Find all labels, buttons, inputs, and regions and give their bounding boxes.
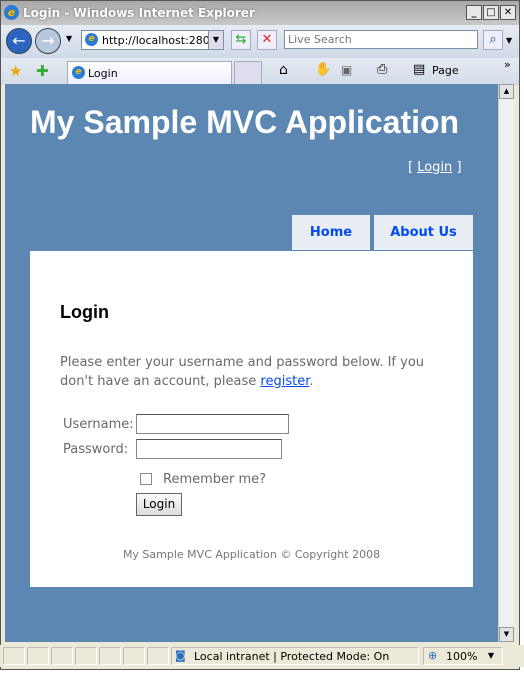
password-label: Password: xyxy=(63,442,129,457)
add-favorites-icon[interactable]: ✚ xyxy=(36,62,49,80)
maximize-button[interactable]: □ xyxy=(483,5,499,20)
tab-ie-icon: e xyxy=(72,66,85,79)
feeds-icon[interactable]: ▣ xyxy=(341,63,352,77)
zoom-level: 100% xyxy=(446,650,478,663)
intro-sentence: Please enter your username and password … xyxy=(60,355,425,389)
status-cell xyxy=(123,647,145,665)
username-input[interactable] xyxy=(136,414,289,434)
bracket-open: [ xyxy=(408,160,414,175)
status-cell xyxy=(27,647,49,665)
remember-me-label: Remember me? xyxy=(163,472,267,487)
zoom-icon: ⊕ xyxy=(428,649,438,662)
close-button[interactable]: ✕ xyxy=(500,5,516,20)
scroll-up-icon[interactable]: ▲ xyxy=(499,84,514,99)
zone-cell[interactable]: ◙ Local intranet | Protected Mode: On xyxy=(171,647,419,665)
login-display: [ Login ] xyxy=(408,160,462,175)
new-tab-button[interactable] xyxy=(234,61,262,85)
search-input[interactable]: Live Search xyxy=(284,30,478,49)
favorites-star-icon[interactable]: ★ xyxy=(9,62,22,80)
site-title: My Sample MVC Application xyxy=(30,104,460,140)
history-dropdown-icon[interactable]: ▼ xyxy=(66,34,72,43)
main-panel: Login Please enter your username and pas… xyxy=(30,251,473,587)
menu-about-us[interactable]: About Us xyxy=(374,215,473,250)
stop-icon[interactable]: ✕ xyxy=(257,30,277,50)
username-label: Username: xyxy=(63,417,134,432)
page-content: My Sample MVC Application [ Login ] Home… xyxy=(5,84,498,642)
title-bar: e Login - Windows Internet Explorer _ □ … xyxy=(1,1,519,25)
refresh-icon[interactable]: ⇆ xyxy=(231,30,251,50)
tab-label: Login xyxy=(88,67,118,80)
status-cell xyxy=(51,647,73,665)
page-menu[interactable]: Page xyxy=(432,64,459,77)
forward-button[interactable]: → xyxy=(35,28,61,54)
address-text: http://localhost:2808 xyxy=(102,34,217,47)
bracket-close: ] xyxy=(456,160,462,175)
search-icon[interactable]: ⌕ xyxy=(483,30,503,50)
command-bar: ★ ✚ e Login ⌂ ✋ ▣ ⎙ ▤ Page » xyxy=(1,58,519,85)
status-cell xyxy=(3,647,25,665)
vertical-scrollbar[interactable]: ▲ ▼ xyxy=(498,84,514,642)
login-link[interactable]: Login xyxy=(417,160,452,175)
status-cell xyxy=(147,647,169,665)
print-icon[interactable]: ⎙ xyxy=(377,62,387,77)
scroll-down-icon[interactable]: ▼ xyxy=(499,627,514,642)
hand-icon[interactable]: ✋ xyxy=(315,62,331,77)
password-input[interactable] xyxy=(136,439,282,459)
search-placeholder: Live Search xyxy=(288,33,352,46)
status-bar: ◙ Local intranet | Protected Mode: On ⊕ … xyxy=(0,645,524,667)
page-icon: e xyxy=(85,33,98,46)
zone-text: Local intranet | Protected Mode: On xyxy=(194,650,390,663)
back-button[interactable]: ← xyxy=(6,28,32,54)
zoom-control[interactable]: ⊕ 100% ▼ xyxy=(423,647,503,665)
tab-login[interactable]: e Login xyxy=(67,61,232,85)
footer-text: My Sample MVC Application © Copyright 20… xyxy=(122,548,381,561)
window-title: Login - Windows Internet Explorer xyxy=(23,6,255,20)
ie-logo-icon: e xyxy=(4,5,19,20)
intro-end: . xyxy=(309,374,314,389)
intranet-icon: ◙ xyxy=(175,649,186,662)
zoom-dropdown-icon[interactable]: ▼ xyxy=(488,651,494,660)
remember-me-checkbox[interactable] xyxy=(140,473,152,485)
address-bar[interactable]: e http://localhost:2808 ▼ xyxy=(81,30,224,50)
page-heading: Login xyxy=(60,302,109,322)
navigation-toolbar: ← → ▼ e http://localhost:2808 ▼ ⇆ ✕ Live… xyxy=(1,25,519,58)
intro-text: Please enter your username and password … xyxy=(60,353,440,391)
address-dropdown-icon[interactable]: ▼ xyxy=(208,31,223,49)
login-button[interactable]: Login xyxy=(136,493,182,516)
status-cell xyxy=(99,647,121,665)
overflow-chevron-icon[interactable]: » xyxy=(504,58,511,71)
status-cell xyxy=(75,647,97,665)
register-link[interactable]: register xyxy=(260,374,309,389)
page-icon[interactable]: ▤ xyxy=(413,62,425,77)
menu-home[interactable]: Home xyxy=(292,215,370,250)
minimize-button[interactable]: _ xyxy=(466,5,482,20)
home-icon[interactable]: ⌂ xyxy=(279,62,288,78)
search-options-icon[interactable]: ▼ xyxy=(506,36,512,45)
